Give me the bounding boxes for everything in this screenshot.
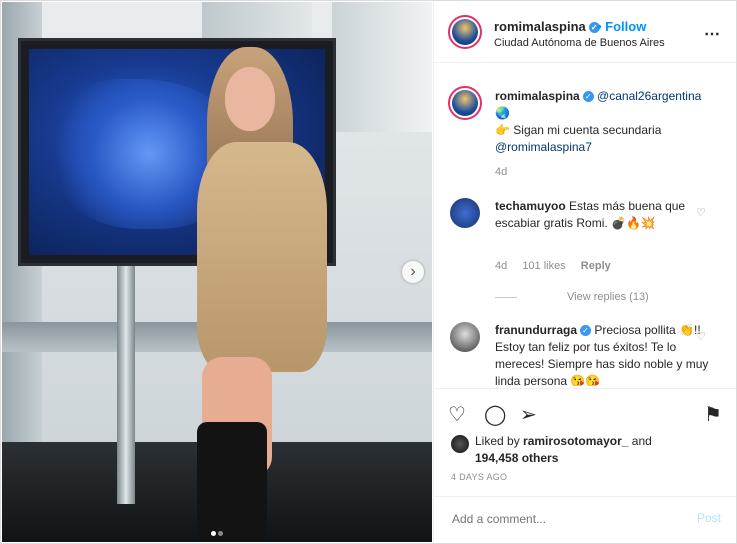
satin-romper [197,142,327,372]
caption-age: 4d [495,166,508,178]
comments-list: romimalaspina ✓ @canal26argentina 🌏 👉 Sig… [434,74,736,386]
likes-summary: Liked by ramirosotomayor_ and 194,458 ot… [475,433,652,467]
caption-mention-secondary[interactable]: @romimalaspina7 [495,140,592,154]
caption-line: 👉 Sigan mi cuenta secundaria [495,123,662,137]
comment-like-icon[interactable]: ♡ [696,206,706,219]
view-replies-button[interactable]: View replies (13) [531,291,649,303]
more-options-icon[interactable]: ⋯ [704,24,721,44]
comment-text: techamuyoo Estas más buena que escabiar … [495,198,715,232]
reply-button[interactable]: Reply [581,260,611,272]
author-avatar[interactable] [448,15,482,49]
action-bar: ♡ ◯ ➢ ⚑ [448,402,728,428]
follow-label: Follow [605,19,647,34]
liked-and: and [631,434,652,448]
add-comment-input[interactable] [450,511,674,527]
header-divider [434,62,736,63]
comment-likes[interactable]: 101 likes [522,260,565,272]
globe-emoji: 🌏 [495,106,510,120]
like-icon[interactable]: ♡ [448,402,466,427]
person-figure [177,47,347,542]
next-photo-button[interactable]: › [402,261,424,283]
author-username[interactable]: romimalaspina [494,19,586,34]
liker-username[interactable]: ramirosotomayor_ [523,434,628,448]
liked-by-prefix: Liked by [475,434,520,448]
save-bookmark-icon[interactable]: ⚑ [704,402,722,427]
post-date[interactable]: 4 DAYS AGO [451,472,507,482]
comment-username[interactable]: franundurraga [495,323,577,337]
caption-username[interactable]: romimalaspina [495,89,580,103]
comment-text: franundurraga ✓ Preciosa pollita 👏!! Esto… [495,322,715,386]
post-photo[interactable]: › [2,2,432,542]
comment-meta: 4d 101 likes Reply [495,260,623,272]
caption-avatar[interactable] [448,86,482,120]
comment-avatar[interactable] [450,322,480,352]
comment-like-icon[interactable]: ♡ [696,330,706,343]
author-header: romimalaspina ✓ [494,19,600,34]
post-comment-button[interactable]: Post [697,511,721,525]
follow-button[interactable]: • Follow [597,19,646,34]
boots [197,422,267,542]
comment-input-divider [434,496,736,497]
likes-count[interactable]: 194,458 others [475,451,558,465]
actions-divider [434,388,736,389]
comment-username[interactable]: techamuyoo [495,199,566,213]
studio-panel [332,2,432,132]
liker-avatar[interactable] [451,435,469,453]
comment-icon[interactable]: ◯ [484,402,506,427]
verified-icon: ✓ [582,91,594,103]
comment-age: 4d [495,260,508,272]
face [225,67,275,131]
carousel-dot [211,531,216,536]
carousel-dots [210,523,224,541]
location-link[interactable]: Ciudad Autónoma de Buenos Aires [494,37,665,49]
caption-mention[interactable]: @canal26argentina [597,89,701,103]
comment-avatar[interactable] [450,198,480,228]
monitor-pole [117,264,135,504]
verified-icon: ✓ [580,325,592,337]
caption-text: romimalaspina ✓ @canal26argentina 🌏 👉 Sig… [495,88,715,156]
share-icon[interactable]: ➢ [520,402,537,427]
post-side-panel: romimalaspina ✓ • Follow Ciudad Autónoma … [433,2,736,542]
carousel-dot [218,531,223,536]
